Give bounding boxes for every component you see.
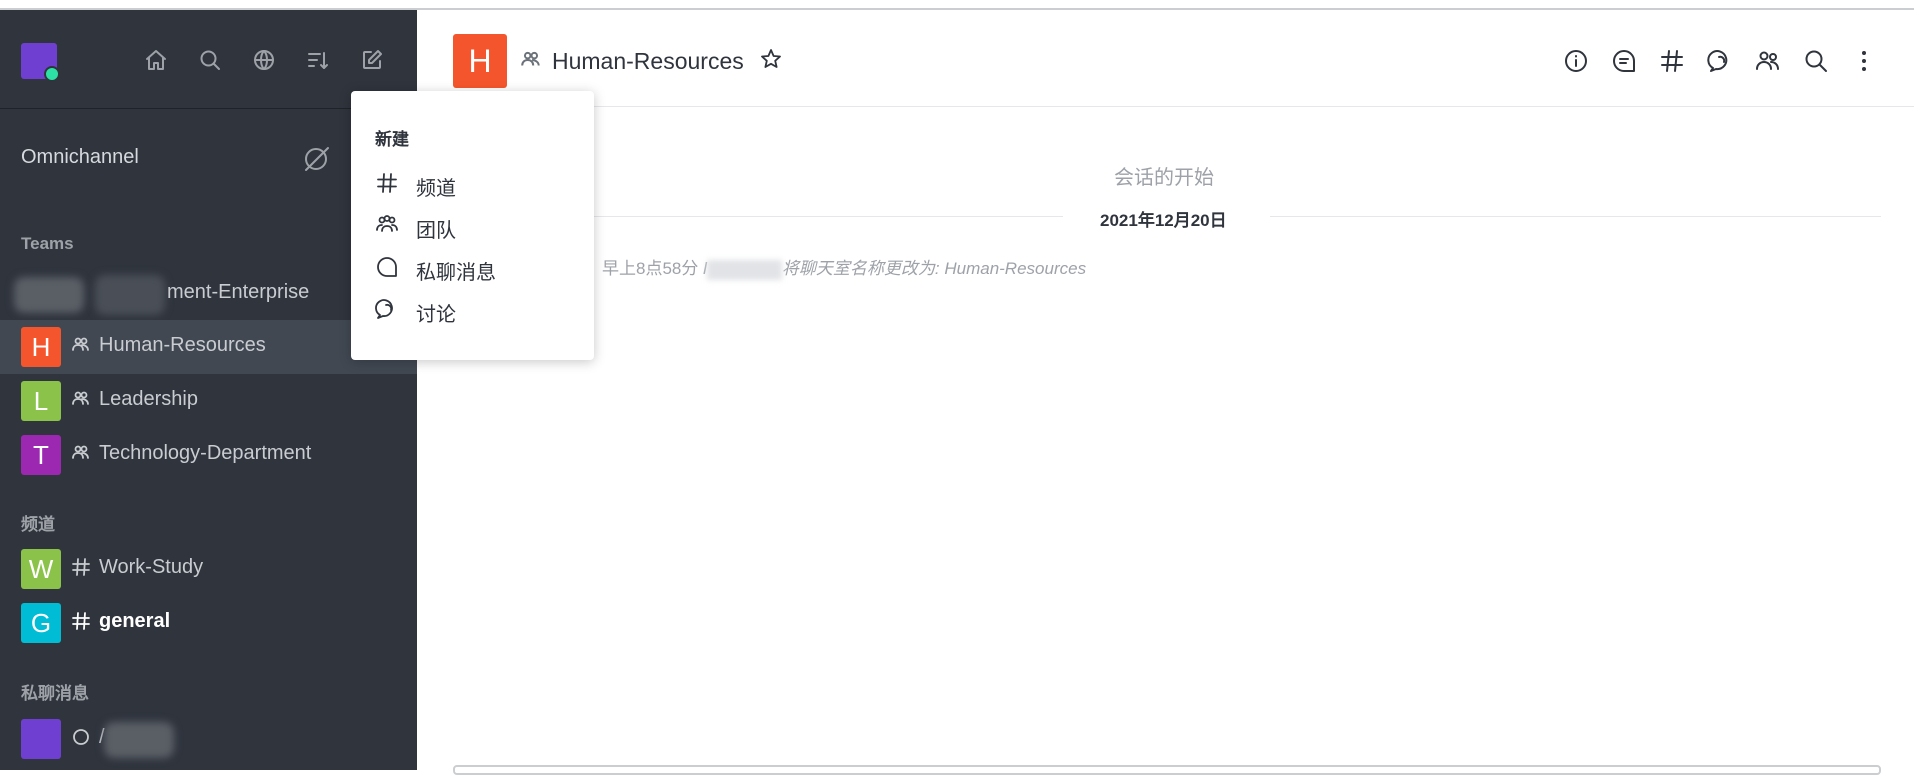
- room-avatar: [21, 719, 61, 759]
- name-redacted: [95, 275, 165, 315]
- discussion-icon[interactable]: [1705, 46, 1735, 76]
- search-messages-icon[interactable]: [1801, 46, 1831, 76]
- section-label-teams: Teams: [21, 234, 74, 253]
- team-icon: [375, 213, 399, 237]
- team-icon: [71, 335, 93, 357]
- date-divider-label: 2021年12月20日: [1100, 211, 1227, 230]
- dropdown-title: 新建: [375, 130, 409, 149]
- room-avatar: W: [21, 549, 61, 589]
- home-icon[interactable]: [142, 46, 170, 74]
- online-status-icon: [44, 66, 60, 82]
- sidebar-item-label: Technology-Department: [99, 442, 312, 464]
- create-team-menu-item[interactable]: 团队: [351, 205, 594, 245]
- hash-icon: [375, 171, 399, 195]
- create-new-dropdown: 新建 频道 团队 私聊消息 讨论: [351, 91, 594, 360]
- sidebar-item-leadership[interactable]: L Leadership: [0, 374, 417, 428]
- directory-globe-icon[interactable]: [250, 46, 278, 74]
- room-avatar: H: [21, 327, 61, 367]
- team-icon: [71, 389, 93, 411]
- members-icon[interactable]: [1753, 46, 1783, 76]
- date-divider-right: [1270, 216, 1881, 217]
- sidebar-item-general[interactable]: G general: [0, 596, 417, 650]
- room-avatar: G: [21, 603, 61, 643]
- menu-item-label: 讨论: [416, 304, 456, 326]
- menu-item-label: 频道: [416, 178, 456, 200]
- conversation-start-label: 会话的开始: [1114, 167, 1214, 189]
- system-message: 早上8点58分 l 将聊天室名称更改为: Human-Resources: [602, 254, 1086, 280]
- menu-item-label: 私聊消息: [416, 262, 496, 284]
- discussion-icon: [375, 297, 399, 321]
- threads-icon[interactable]: [1609, 46, 1639, 76]
- window-top-border: [0, 0, 1914, 10]
- omnichannel-toggle-icon[interactable]: [302, 144, 332, 174]
- sidebar-item-direct-message[interactable]: /: [0, 712, 417, 766]
- page-title: Human-Resources: [552, 48, 744, 74]
- sidebar-item-label: ment-Enterprise: [167, 281, 310, 303]
- menu-item-label: 团队: [416, 220, 456, 242]
- sidebar-item-work-study[interactable]: W Work-Study: [0, 542, 417, 596]
- kebab-menu-icon[interactable]: [1849, 46, 1879, 76]
- room-avatar: H: [453, 34, 507, 88]
- team-icon: [71, 443, 93, 465]
- direct-message-icon: [375, 255, 399, 279]
- room-header: H Human-Resources: [417, 10, 1914, 107]
- message-time: 早上8点58分: [602, 259, 699, 278]
- message-text: 将聊天室名称更改为:: [781, 259, 945, 278]
- room-avatar: T: [21, 435, 61, 475]
- message-composer[interactable]: [453, 765, 1881, 775]
- username-redacted: [706, 259, 782, 280]
- section-label-direct-messages: 私聊消息: [21, 684, 89, 703]
- sidebar-item-label: Human-Resources: [99, 334, 266, 356]
- sidebar-item-label: Work-Study: [99, 556, 204, 578]
- room-info-icon[interactable]: [1561, 46, 1591, 76]
- team-icon: [520, 49, 544, 73]
- avatar-redacted: [14, 277, 84, 313]
- create-discussion-menu-item[interactable]: 讨论: [351, 289, 594, 329]
- omnichannel-label: Omnichannel: [21, 146, 139, 168]
- create-channel-menu-item[interactable]: 频道: [351, 163, 594, 203]
- sidebar-item-label: general: [99, 610, 171, 632]
- hash-icon: [71, 557, 93, 579]
- create-new-icon[interactable]: [358, 46, 386, 74]
- name-redacted: [104, 722, 174, 758]
- section-label-channels: 频道: [21, 515, 55, 534]
- create-direct-message-menu-item[interactable]: 私聊消息: [351, 247, 594, 287]
- hash-icon: [71, 611, 93, 633]
- status-offline-icon: [71, 727, 93, 749]
- sort-icon[interactable]: [304, 46, 332, 74]
- sidebar-item-technology-department[interactable]: T Technology-Department: [0, 428, 417, 482]
- favorite-star-icon[interactable]: [759, 47, 785, 73]
- sidebar-item-label: Leadership: [99, 388, 198, 410]
- message-room-name: Human-Resources: [944, 259, 1087, 278]
- search-icon[interactable]: [196, 46, 224, 74]
- room-avatar: L: [21, 381, 61, 421]
- channels-hash-icon[interactable]: [1657, 46, 1687, 76]
